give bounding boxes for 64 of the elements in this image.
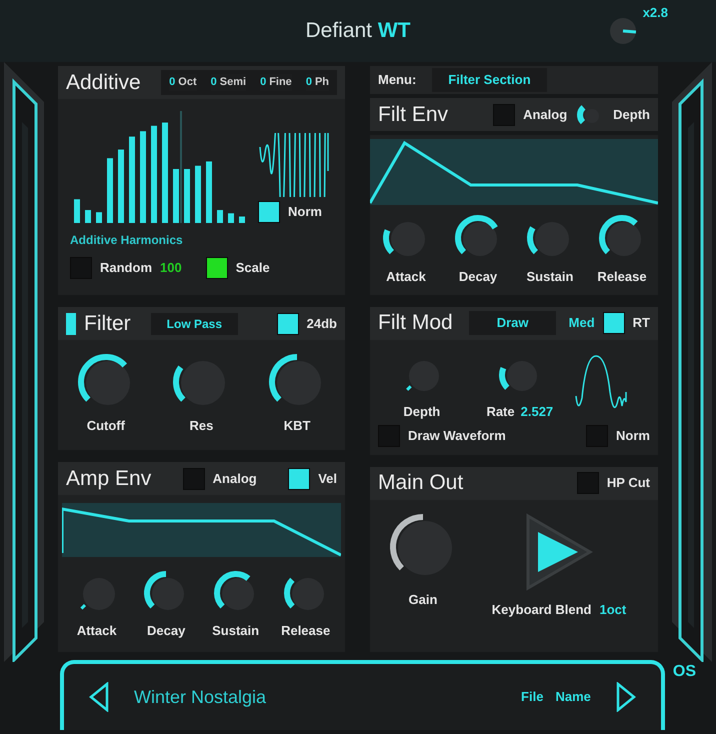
knob-label: Res xyxy=(190,417,214,435)
checkbox[interactable] xyxy=(288,468,310,490)
knob-label: Sustain xyxy=(212,622,260,640)
zoom-value: x2.8 xyxy=(642,4,668,22)
label: Random xyxy=(100,259,152,278)
section-title: Amp Env xyxy=(66,466,152,492)
checkbox[interactable] xyxy=(576,472,599,494)
knob-label: Decay xyxy=(147,622,186,640)
filter-toggle[interactable] xyxy=(66,312,76,334)
random-value: 100 xyxy=(160,259,182,278)
waveform-preview xyxy=(258,133,330,197)
next-arrow-icon[interactable] xyxy=(614,682,637,712)
app-title: Defiant WT xyxy=(305,18,411,44)
checkbox[interactable] xyxy=(602,312,625,334)
knob-label: KBT xyxy=(284,417,310,435)
play-icon[interactable] xyxy=(524,512,594,592)
label: 24db xyxy=(306,314,337,333)
section-title: Additive xyxy=(66,70,141,96)
knob-label: Release xyxy=(597,268,647,286)
harmonic-bar[interactable] xyxy=(228,213,234,223)
previous-arrow-icon[interactable] xyxy=(88,682,110,712)
harmonics-caption: Additive Harmonics xyxy=(70,232,184,249)
section-title: Main Out xyxy=(378,470,464,496)
menu-dropdown[interactable]: Filter Section xyxy=(432,68,547,92)
label: Scale xyxy=(236,259,270,278)
envelope-graph[interactable] xyxy=(62,503,341,557)
label: Draw Waveform xyxy=(408,426,506,445)
label: Analog xyxy=(523,106,568,124)
label: Norm xyxy=(616,426,650,445)
checkbox[interactable] xyxy=(182,468,205,490)
knob-label: Sustain xyxy=(526,268,574,286)
mod-mode-dropdown[interactable]: Draw xyxy=(468,311,556,335)
knob-value: 2.527 xyxy=(520,402,554,420)
preset-name[interactable]: Winter Nostalgia xyxy=(134,684,266,710)
label: HP Cut xyxy=(606,474,650,492)
section-title: Filt Mod xyxy=(378,310,453,336)
label: Gain xyxy=(408,590,438,608)
checkbox[interactable] xyxy=(206,257,228,279)
knob-label: Cutoff xyxy=(86,417,125,435)
label: Menu: xyxy=(378,71,416,90)
knob-label: Release xyxy=(281,622,330,640)
knob-label: Rate xyxy=(486,402,515,420)
checkbox[interactable] xyxy=(258,201,280,223)
knob-label: Depth xyxy=(403,402,440,421)
label: Depth xyxy=(613,106,650,124)
blend-value: 1oct xyxy=(599,600,626,618)
label: Analog xyxy=(212,470,257,488)
checkbox[interactable] xyxy=(276,312,299,334)
knob-label: Attack xyxy=(76,622,117,640)
section-title: Filt Env xyxy=(378,102,448,128)
label: RT xyxy=(632,314,650,332)
filter-type-dropdown[interactable]: Low Pass xyxy=(150,312,238,334)
knob-label: Decay xyxy=(458,268,498,286)
mod-speed[interactable]: Med xyxy=(568,313,595,333)
label: Norm xyxy=(288,203,322,222)
knob-label: Attack xyxy=(386,268,426,286)
os-label: OS xyxy=(672,662,696,682)
section-title: Filter xyxy=(84,310,131,337)
envelope-graph[interactable] xyxy=(370,139,658,205)
label: Keyboard Blend xyxy=(492,600,592,619)
checkbox[interactable] xyxy=(493,104,516,126)
rename-button[interactable]: Name xyxy=(555,687,591,707)
label: Vel xyxy=(318,470,337,488)
file-button[interactable]: File xyxy=(521,687,544,707)
